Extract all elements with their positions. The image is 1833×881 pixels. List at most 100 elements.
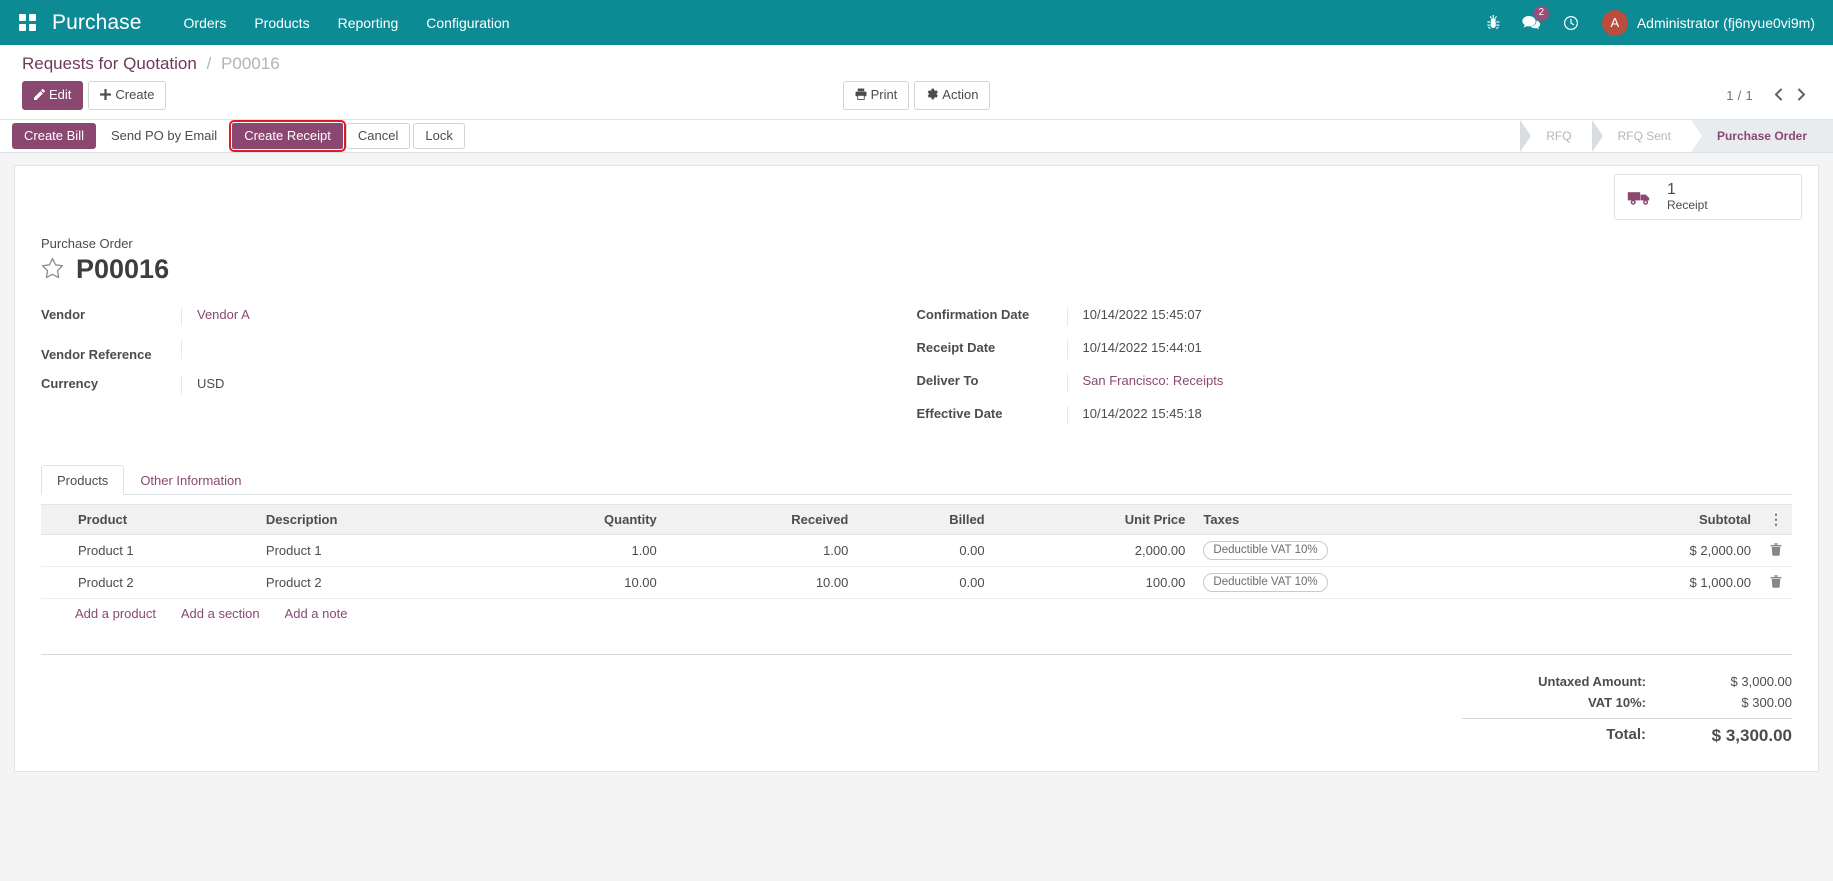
field-receipt-date-value[interactable]: 10/14/2022 15:44:01: [1066, 340, 1753, 359]
printer-icon: [855, 87, 867, 105]
add-a-product-link[interactable]: Add a product: [75, 606, 156, 621]
cell-quantity[interactable]: 1.00: [485, 534, 666, 567]
status-bar: Create Bill Send PO by Email Create Rece…: [0, 120, 1833, 153]
left-field-group: Vendor Vendor A Vendor Reference Currenc…: [41, 307, 917, 439]
row-drag-handle[interactable]: [41, 566, 69, 599]
trash-icon: [1770, 574, 1782, 591]
user-menu[interactable]: A Administrator (fj6nyue0vi9m): [1590, 0, 1819, 45]
messages-icon[interactable]: 2: [1511, 0, 1552, 45]
field-vendor-reference-label: Vendor Reference: [41, 347, 152, 362]
cell-product[interactable]: Product 1: [69, 534, 257, 567]
cell-description[interactable]: Product 2: [256, 566, 486, 599]
pager-previous-button[interactable]: [1767, 86, 1790, 106]
field-confirmation-date-value[interactable]: 10/14/2022 15:45:07: [1066, 307, 1753, 326]
column-unit-price[interactable]: Unit Price: [993, 504, 1195, 535]
order-lines-table: Product Description Quantity Received Bi…: [41, 504, 1792, 599]
status-stage-rfq-sent[interactable]: RFQ Sent: [1591, 120, 1691, 152]
add-line-row: Add a product Add a section Add a note: [41, 599, 1792, 628]
cell-product[interactable]: Product 2: [69, 566, 257, 599]
create-receipt-button[interactable]: Create Receipt: [229, 120, 346, 152]
column-product[interactable]: Product: [69, 504, 257, 535]
field-vendor-label: Vendor: [41, 307, 86, 322]
send-po-by-email-button[interactable]: Send PO by Email: [99, 123, 229, 149]
field-vendor-reference-value[interactable]: [181, 340, 877, 359]
breadcrumb: Requests for Quotation / P00016: [22, 54, 280, 74]
pager-next-button[interactable]: [1790, 86, 1813, 106]
app-brand[interactable]: Purchase: [52, 11, 142, 35]
total-row: Total: $ 3,300.00: [1462, 718, 1792, 749]
tab-other-information[interactable]: Other Information: [124, 465, 257, 495]
row-delete-button[interactable]: [1760, 534, 1792, 567]
totals-divider: [41, 654, 1792, 655]
form-field-groups: Vendor Vendor A Vendor Reference Currenc…: [41, 307, 1792, 439]
activity-clock-icon[interactable]: [1552, 0, 1590, 45]
add-a-section-link[interactable]: Add a section: [181, 606, 260, 621]
breadcrumb-parent[interactable]: Requests for Quotation: [22, 54, 197, 73]
pager-value: 1 / 1: [1726, 88, 1753, 103]
field-effective-date-label: Effective Date: [916, 406, 1003, 421]
column-taxes[interactable]: Taxes: [1194, 504, 1558, 535]
smart-buttons-bar: 1 Receipt: [15, 166, 1818, 220]
menu-item-products[interactable]: Products: [240, 0, 323, 45]
field-deliver-to-value[interactable]: San Francisco: Receipts: [1066, 373, 1753, 392]
cell-received[interactable]: 10.00: [665, 566, 858, 599]
bug-icon[interactable]: [1476, 0, 1511, 45]
action-button[interactable]: Action: [914, 81, 991, 110]
cell-unit-price[interactable]: 100.00: [993, 566, 1195, 599]
cell-received[interactable]: 1.00: [665, 534, 858, 567]
field-vendor-value[interactable]: Vendor A: [181, 307, 877, 326]
table-header-row: Product Description Quantity Received Bi…: [41, 504, 1792, 535]
avatar: A: [1601, 9, 1628, 36]
menu-item-orders[interactable]: Orders: [170, 0, 241, 45]
add-a-note-link[interactable]: Add a note: [285, 606, 348, 621]
cancel-button[interactable]: Cancel: [345, 123, 411, 149]
print-button-label: Print: [870, 87, 898, 102]
truck-icon: [1627, 188, 1653, 206]
main-menu: Orders Products Reporting Configuration: [170, 0, 524, 45]
status-stage-purchase-order[interactable]: Purchase Order: [1690, 120, 1833, 152]
create-bill-button[interactable]: Create Bill: [12, 123, 96, 149]
cell-unit-price[interactable]: 2,000.00: [993, 534, 1195, 567]
table-row[interactable]: Product 1 Product 1 1.00 1.00 0.00 2,000…: [41, 534, 1792, 567]
tax-value: $ 300.00: [1741, 695, 1792, 710]
field-effective-date: Effective Date 10/14/2022 15:45:18: [917, 406, 1753, 425]
field-effective-date-value[interactable]: 10/14/2022 15:45:18: [1066, 406, 1753, 425]
optional-columns-button[interactable]: ⋮: [1760, 504, 1792, 535]
field-vendor: Vendor Vendor A: [41, 307, 877, 326]
tax-tag: Deductible VAT 10%: [1203, 541, 1328, 560]
cell-taxes[interactable]: Deductible VAT 10%: [1194, 566, 1558, 599]
print-button[interactable]: Print: [842, 81, 910, 110]
table-row[interactable]: Product 2 Product 2 10.00 10.00 0.00 100…: [41, 566, 1792, 599]
tab-products[interactable]: Products: [41, 465, 125, 495]
cell-description[interactable]: Product 1: [256, 534, 486, 567]
order-lines-head: Product Description Quantity Received Bi…: [41, 504, 1792, 535]
navbar-right: 2 A Administrator (fj6nyue0vi9m): [1476, 0, 1819, 45]
row-drag-handle[interactable]: [41, 534, 69, 567]
create-button[interactable]: Create: [88, 81, 167, 110]
column-billed[interactable]: Billed: [857, 504, 994, 535]
cell-billed[interactable]: 0.00: [857, 566, 994, 599]
pencil-icon: [34, 87, 46, 105]
column-quantity[interactable]: Quantity: [485, 504, 666, 535]
status-stage-rfq[interactable]: RFQ: [1520, 120, 1592, 152]
column-description[interactable]: Description: [256, 504, 486, 535]
menu-item-reporting[interactable]: Reporting: [324, 0, 413, 45]
apps-menu-button[interactable]: [10, 6, 44, 40]
menu-item-configuration[interactable]: Configuration: [412, 0, 523, 45]
cell-billed[interactable]: 0.00: [857, 534, 994, 567]
column-received[interactable]: Received: [665, 504, 858, 535]
receipt-smart-button[interactable]: 1 Receipt: [1614, 174, 1802, 220]
cell-subtotal: $ 1,000.00: [1557, 566, 1760, 599]
field-currency-value[interactable]: USD: [181, 376, 877, 395]
cell-quantity[interactable]: 10.00: [485, 566, 666, 599]
cell-taxes[interactable]: Deductible VAT 10%: [1194, 534, 1558, 567]
untaxed-amount-label: Untaxed Amount:: [1538, 674, 1646, 689]
row-delete-button[interactable]: [1760, 566, 1792, 599]
star-outline-icon[interactable]: [41, 257, 64, 281]
drag-handle-column: [41, 504, 69, 535]
trash-icon: [1770, 542, 1782, 559]
edit-button[interactable]: Edit: [22, 81, 84, 110]
lock-button[interactable]: Lock: [413, 123, 465, 149]
status-pipeline: RFQ RFQ Sent Purchase Order: [1520, 120, 1833, 152]
column-subtotal[interactable]: Subtotal: [1557, 504, 1760, 535]
